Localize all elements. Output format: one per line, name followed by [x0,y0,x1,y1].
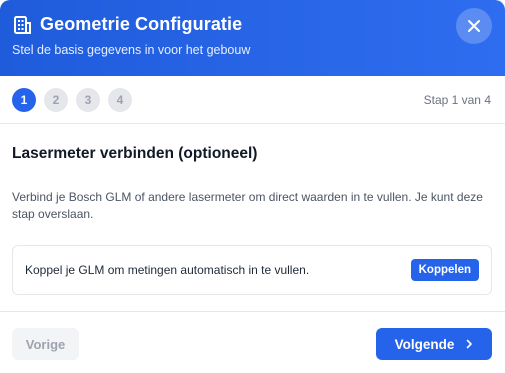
close-button[interactable] [456,8,492,44]
section-title: Lasermeter verbinden (optioneel) [12,145,258,162]
building-icon [14,16,31,34]
next-button-label: Volgende [394,336,455,352]
step-3-indicator: 3 [76,88,100,112]
previous-button[interactable]: Vorige [12,328,79,360]
chevron-right-icon [467,339,473,349]
step-counter: Stap 1 van 4 [423,93,491,107]
step-1-indicator: 1 [12,88,36,112]
step-2-indicator: 2 [44,88,68,112]
dialog-title: Geometrie Configuratie [40,14,243,34]
step-indicator: 1 2 3 4 Stap 1 van 4 [0,76,505,124]
footer-divider [0,311,505,312]
dialog-subtitle: Stel de basis gegevens in voor het gebou… [12,43,251,57]
close-icon [468,20,480,32]
connect-card-text: Koppel je GLM om metingen automatisch in… [25,263,310,277]
laser-connect-card: Koppel je GLM om metingen automatisch in… [12,245,492,295]
next-button[interactable]: Volgende [376,328,492,360]
dialog-header: Geometrie Configuratie Stel de basis geg… [0,0,505,76]
step-4-indicator: 4 [108,88,132,112]
connect-button[interactable]: Koppelen [410,259,479,281]
section-description: Verbind je Bosch GLM of andere lasermete… [12,190,483,221]
